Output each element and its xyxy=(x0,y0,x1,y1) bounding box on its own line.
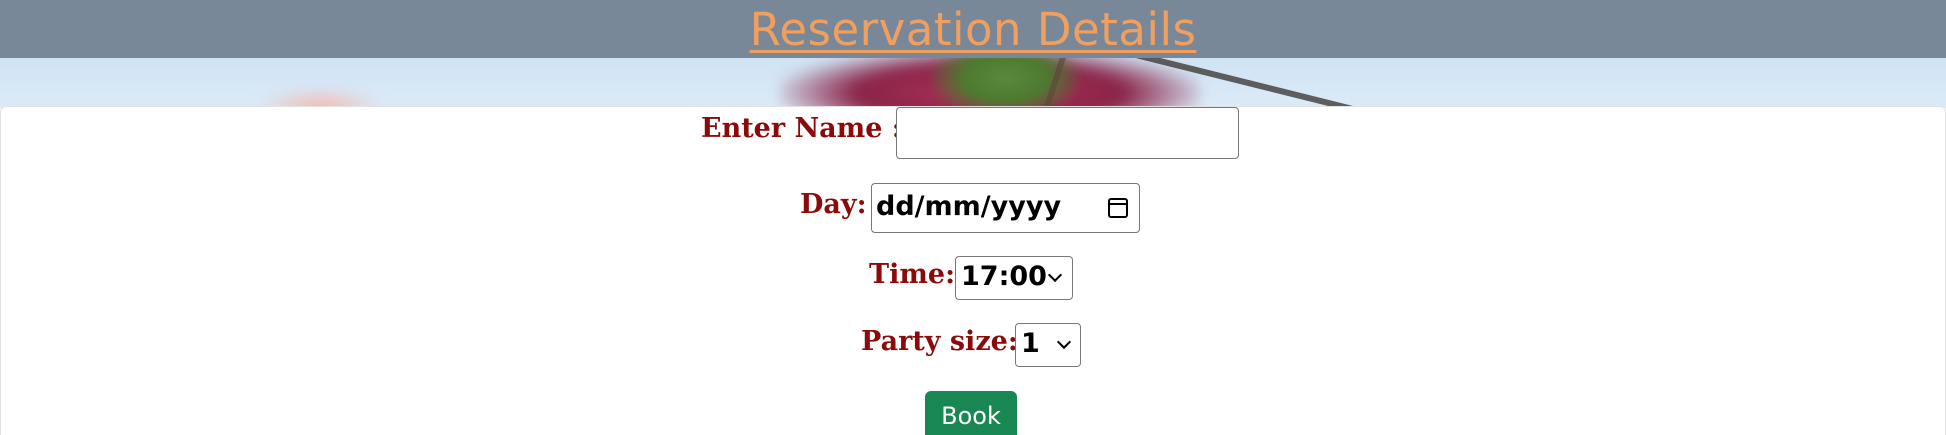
time-label: Time: xyxy=(869,259,956,290)
day-date-input[interactable]: dd/mm/yyyy xyxy=(871,183,1140,233)
time-select[interactable]: 17:00 xyxy=(955,256,1073,300)
party-size-chevron-down-icon xyxy=(1056,334,1072,350)
party-size-select[interactable]: 1 xyxy=(1015,323,1081,367)
name-input[interactable] xyxy=(896,107,1239,159)
page-title[interactable]: Reservation Details xyxy=(750,2,1197,58)
day-label: Day: xyxy=(800,189,867,220)
party-size-label: Party size: xyxy=(861,326,1018,357)
party-size-select-value: 1 xyxy=(1021,328,1040,359)
day-input-value: dd/mm/yyyy xyxy=(876,191,1062,222)
name-label: Enter Name : xyxy=(701,113,902,144)
hero-background-image xyxy=(0,58,1946,108)
time-select-value: 17:00 xyxy=(961,261,1047,292)
time-chevron-down-icon xyxy=(1047,267,1063,283)
page-header: Reservation Details xyxy=(0,0,1946,58)
book-button[interactable]: Book xyxy=(925,391,1017,435)
calendar-icon[interactable] xyxy=(1108,198,1128,218)
